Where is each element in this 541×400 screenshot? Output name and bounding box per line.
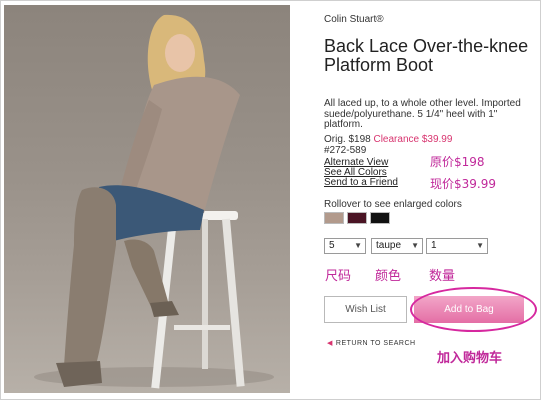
color-swatches <box>324 212 390 224</box>
annotation-color: 颜色 <box>375 269 402 284</box>
product-photo[interactable] <box>4 5 290 393</box>
annotation-original-price: 原价$198 <box>430 155 485 169</box>
annotation-quantity: 数量 <box>429 269 456 284</box>
annotation-add-to-cart: 加入购物车 <box>437 351 503 366</box>
return-to-search-link[interactable]: ◀ RETURN TO SEARCH <box>327 339 416 347</box>
brand-name: Colin Stuart® <box>324 14 384 25</box>
color-select[interactable]: taupe ▼ <box>371 238 423 254</box>
color-rollover-label: Rollover to see enlarged colors <box>324 199 462 210</box>
left-triangle-icon: ◀ <box>327 340 333 347</box>
swatch-black[interactable] <box>370 212 390 224</box>
original-price: Orig. $198 <box>324 134 371 145</box>
size-select[interactable]: 5 ▼ <box>324 238 366 254</box>
chevron-down-icon: ▼ <box>476 241 484 250</box>
product-title: Back Lace Over-the-knee Platform Boot <box>324 36 529 75</box>
swatch-burgundy[interactable] <box>347 212 367 224</box>
product-links: Alternate View See All Colors Send to a … <box>324 158 398 188</box>
color-value: taupe <box>376 240 402 251</box>
send-to-friend-link[interactable]: Send to a Friend <box>324 178 398 188</box>
wish-list-button[interactable]: Wish List <box>324 296 407 323</box>
return-to-search-label: RETURN TO SEARCH <box>335 340 416 347</box>
chevron-down-icon: ▼ <box>411 241 419 250</box>
clearance-price: Clearance $39.99 <box>373 134 453 145</box>
swatch-taupe[interactable] <box>324 212 344 224</box>
product-description: All laced up, to a whole other level. Im… <box>324 98 521 130</box>
quantity-select[interactable]: 1 ▼ <box>426 238 488 254</box>
add-to-bag-button[interactable]: Add to Bag <box>414 296 524 323</box>
size-value: 5 <box>329 240 335 251</box>
model-illustration <box>34 14 274 389</box>
annotation-size: 尺码 <box>325 269 352 284</box>
chevron-down-icon: ▼ <box>354 241 362 250</box>
quantity-value: 1 <box>431 240 437 251</box>
price-line: Orig. $198 Clearance $39.99 <box>324 134 524 146</box>
annotation-current-price: 现价$39.99 <box>430 177 496 191</box>
product-sku: #272-589 <box>324 145 367 156</box>
